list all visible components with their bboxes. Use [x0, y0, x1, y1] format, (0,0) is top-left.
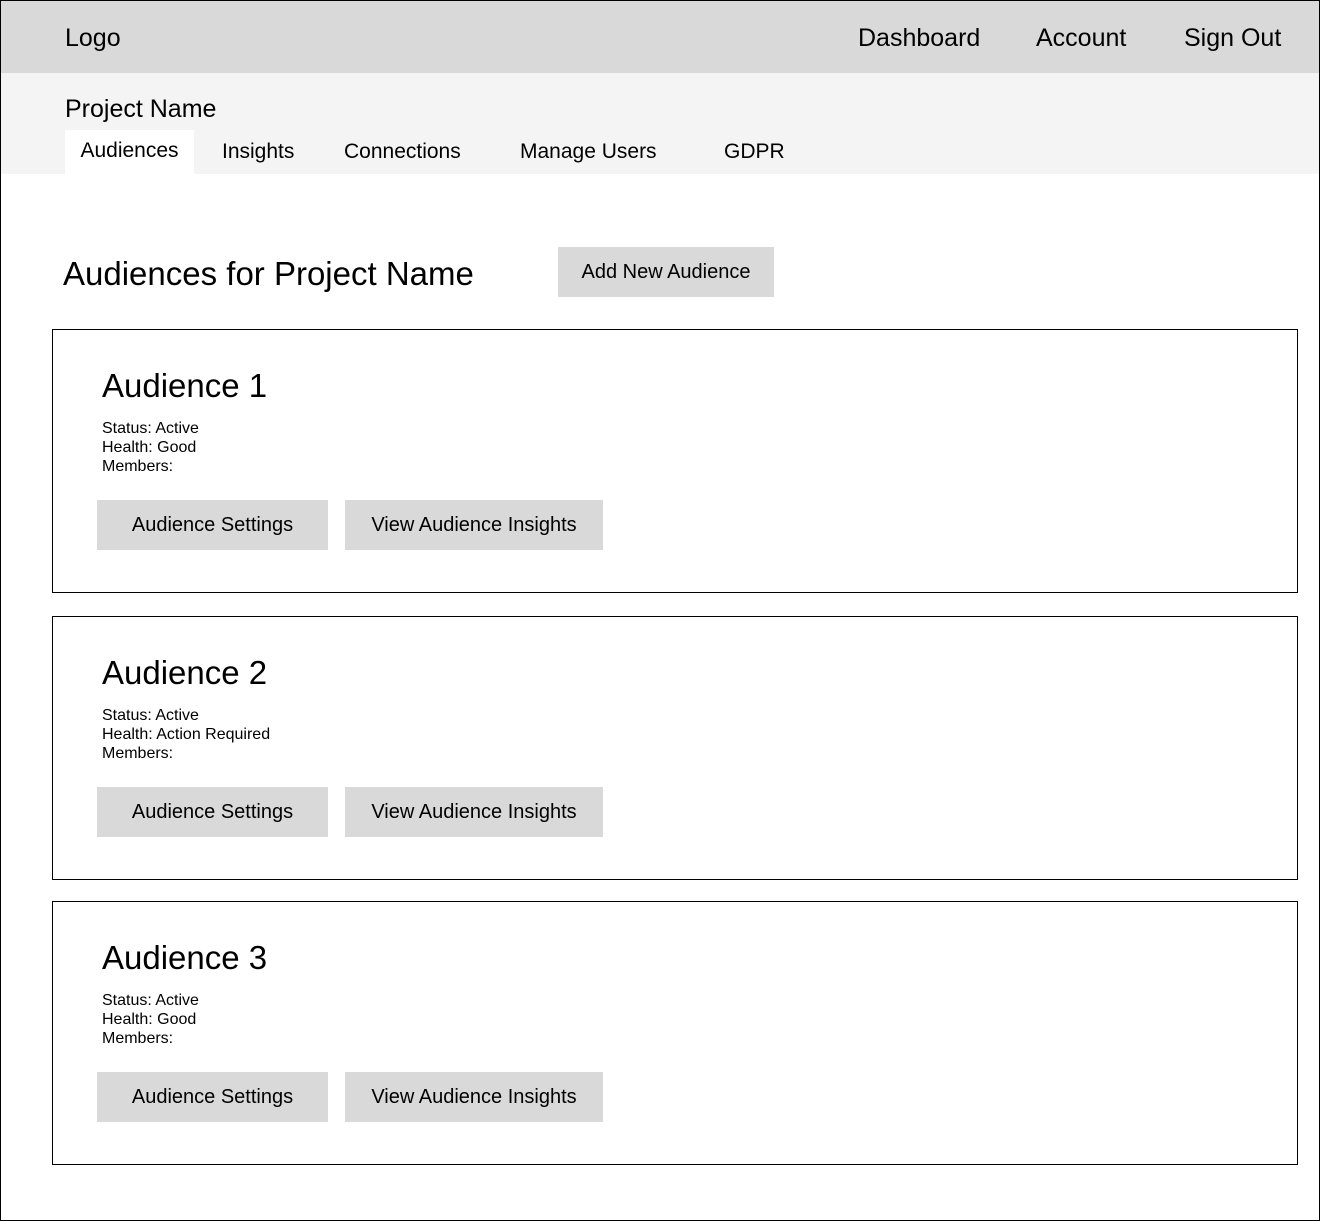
audience-status: Status: Active — [102, 420, 199, 437]
audience-name: Audience 2 — [102, 654, 268, 691]
top-nav-bar: Logo Dashboard Account Sign Out — [1, 1, 1319, 73]
nav-account-link[interactable]: Account — [1036, 23, 1126, 53]
audience-settings-button[interactable]: Audience Settings — [97, 787, 328, 837]
audience-info: Status: Active Health: Action Required M… — [102, 706, 270, 763]
view-audience-insights-button[interactable]: View Audience Insights — [345, 500, 603, 550]
audience-settings-button[interactable]: Audience Settings — [97, 1072, 328, 1122]
page-title: Audiences for Project Name — [63, 255, 474, 292]
logo[interactable]: Logo — [65, 23, 121, 53]
project-subheader: Project Name Audiences Insights Connecti… — [1, 73, 1319, 174]
audience-members: Members: — [102, 458, 174, 475]
nav-sign-out-link[interactable]: Sign Out — [1184, 23, 1281, 53]
audience-info: Status: Active Health: Good Members: — [102, 991, 199, 1048]
tab-gdpr[interactable]: GDPR — [724, 130, 785, 174]
audience-name: Audience 1 — [102, 367, 268, 404]
audience-card: Audience 2 Status: Active Health: Action… — [52, 616, 1298, 880]
audience-settings-button[interactable]: Audience Settings — [97, 500, 328, 550]
audience-info: Status: Active Health: Good Members: — [102, 419, 199, 476]
nav-dashboard-link[interactable]: Dashboard — [858, 23, 980, 53]
tab-audiences[interactable]: Audiences — [65, 130, 194, 174]
audience-name: Audience 3 — [102, 939, 268, 976]
tab-connections[interactable]: Connections — [344, 130, 461, 174]
audience-members: Members: — [102, 745, 174, 762]
project-name: Project Name — [65, 95, 217, 123]
audience-card: Audience 3 Status: Active Health: Good M… — [52, 901, 1298, 1165]
audience-card: Audience 1 Status: Active Health: Good M… — [52, 329, 1298, 593]
audience-status: Status: Active — [102, 992, 199, 1009]
audience-health: Health: Good — [102, 439, 197, 456]
view-audience-insights-button[interactable]: View Audience Insights — [345, 787, 603, 837]
audience-members: Members: — [102, 1030, 174, 1047]
add-new-audience-button[interactable]: Add New Audience — [558, 247, 774, 297]
view-audience-insights-button[interactable]: View Audience Insights — [345, 1072, 603, 1122]
tab-insights[interactable]: Insights — [222, 130, 294, 174]
audience-status: Status: Active — [102, 707, 199, 724]
audience-health: Health: Good — [102, 1011, 197, 1028]
audience-health: Health: Action Required — [102, 726, 271, 743]
tab-manage-users[interactable]: Manage Users — [520, 130, 657, 174]
